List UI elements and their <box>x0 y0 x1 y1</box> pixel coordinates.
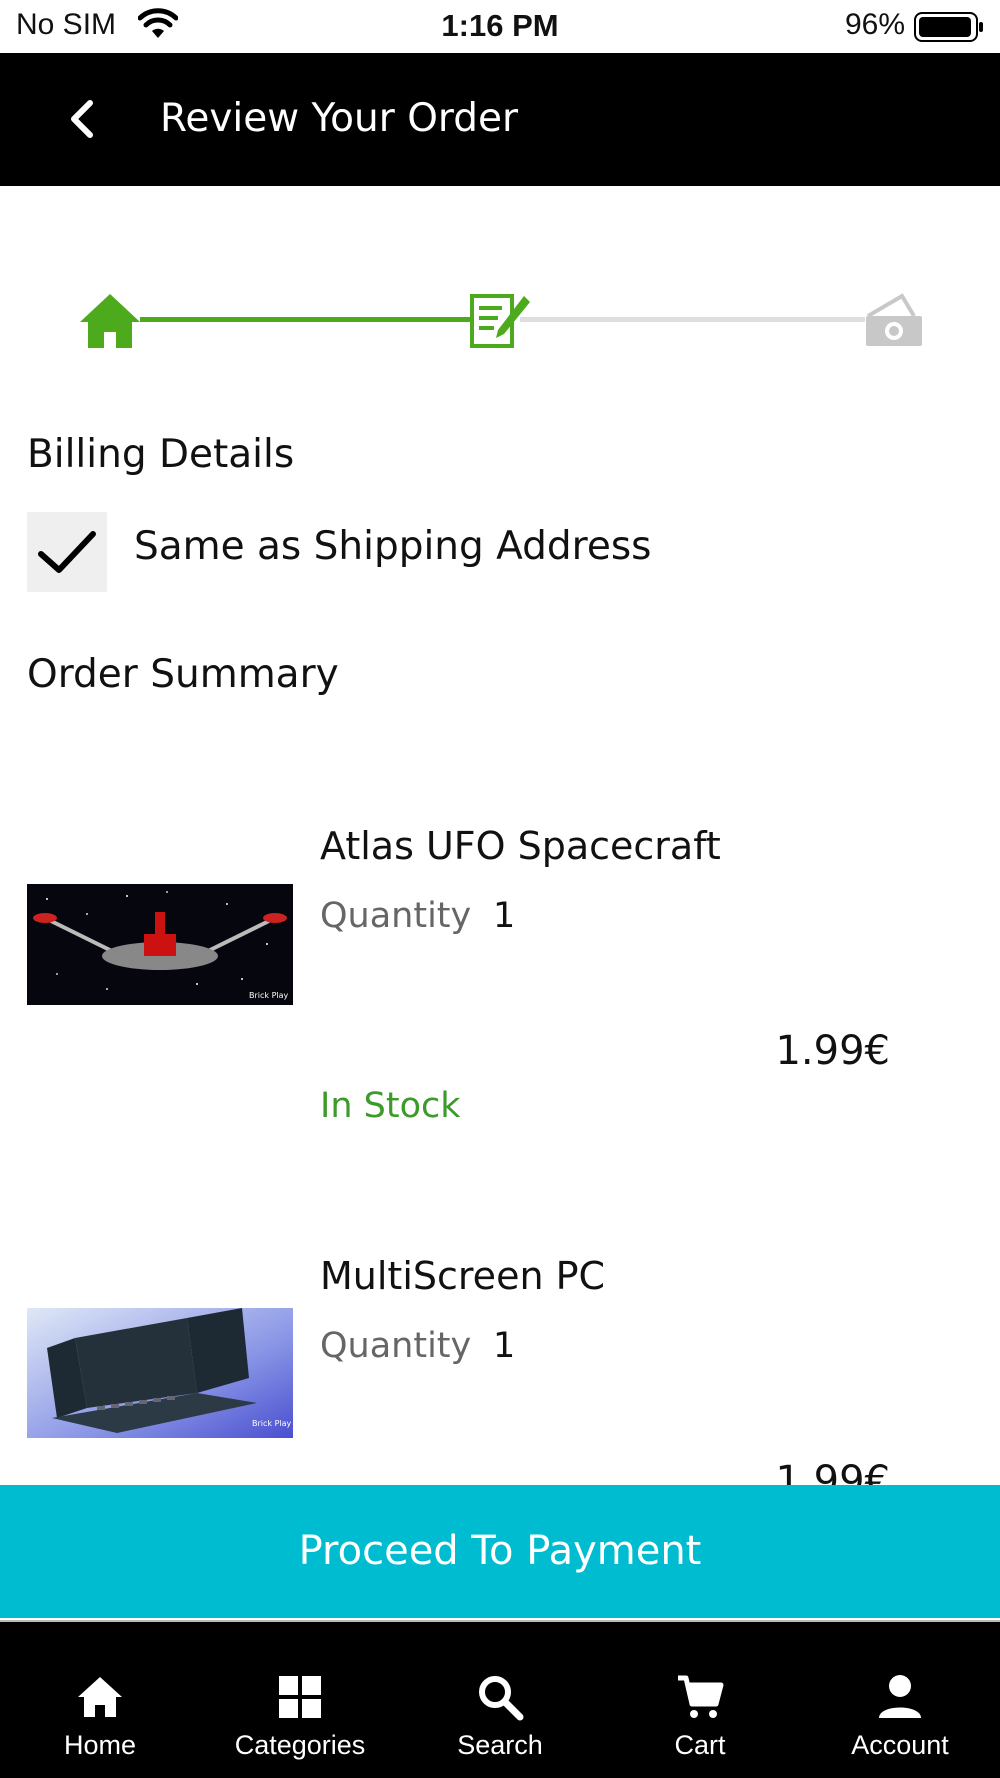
nav-item-home[interactable]: Home <box>0 1622 200 1778</box>
bottom-nav: Home Categories Search Cart Account <box>0 1620 1000 1778</box>
svg-text:Brick Play: Brick Play <box>252 1419 292 1428</box>
checkmark-icon <box>38 531 96 573</box>
quantity-value: 1 <box>493 1326 516 1366</box>
status-bar: No SIM 1:16 PM 96% <box>0 0 1000 53</box>
edit-document-icon <box>468 290 532 350</box>
app-header: Review Your Order <box>0 53 1000 186</box>
checkout-stepper <box>0 186 1000 386</box>
same-as-shipping-label[interactable]: Same as Shipping Address <box>134 524 652 569</box>
proceed-to-payment-button[interactable]: Proceed To Payment <box>0 1485 1000 1618</box>
order-summary-heading: Order Summary <box>27 652 339 697</box>
battery-icon <box>914 12 984 42</box>
same-as-shipping-checkbox[interactable] <box>27 512 107 592</box>
billing-details-heading: Billing Details <box>27 432 295 477</box>
item-name[interactable]: Atlas UFO Spacecraft <box>320 824 721 868</box>
nav-label: Account <box>851 1730 949 1760</box>
back-button[interactable] <box>56 91 112 147</box>
quantity-value: 1 <box>493 896 516 936</box>
multiscreen-pc-thumbnail: Brick Play <box>27 1308 293 1438</box>
person-icon <box>879 1675 921 1718</box>
home-icon <box>78 1677 122 1717</box>
nav-label: Home <box>63 1730 137 1760</box>
spacecraft-thumbnail: Brick Play <box>27 884 293 1005</box>
item-price: 1.99€ <box>775 1028 890 1074</box>
nav-item-categories[interactable]: Categories <box>200 1622 400 1778</box>
nav-item-account[interactable]: Account <box>800 1622 1000 1778</box>
step-connector-pending <box>520 317 865 322</box>
chevron-left-icon <box>71 100 93 138</box>
grid-icon <box>279 1676 321 1718</box>
nav-item-cart[interactable]: Cart <box>600 1622 800 1778</box>
order-item: Brick Play MultiScreen PC Quantity 1 1.9… <box>0 1238 1000 1485</box>
nav-label: Cart <box>674 1730 726 1760</box>
money-icon <box>862 290 926 350</box>
nav-label: Categories <box>234 1730 366 1760</box>
nav-item-search[interactable]: Search <box>400 1622 600 1778</box>
nav-label: Search <box>457 1730 543 1760</box>
stock-status: In Stock <box>320 1086 461 1126</box>
home-icon <box>78 290 142 350</box>
cart-icon <box>678 1675 724 1718</box>
svg-text:Brick Play: Brick Play <box>249 991 289 1000</box>
item-price: 1.99€ <box>775 1458 890 1485</box>
quantity-label: Quantity <box>320 1326 472 1366</box>
search-icon <box>479 1676 524 1721</box>
quantity-label: Quantity <box>320 896 472 936</box>
battery-percent: 96% <box>844 8 905 41</box>
page-title: Review Your Order <box>160 96 519 141</box>
order-item: Brick Play Atlas UFO Spacecraft Quantity… <box>0 808 1000 1188</box>
step-connector-complete <box>140 317 470 322</box>
item-name[interactable]: MultiScreen PC <box>320 1254 605 1298</box>
